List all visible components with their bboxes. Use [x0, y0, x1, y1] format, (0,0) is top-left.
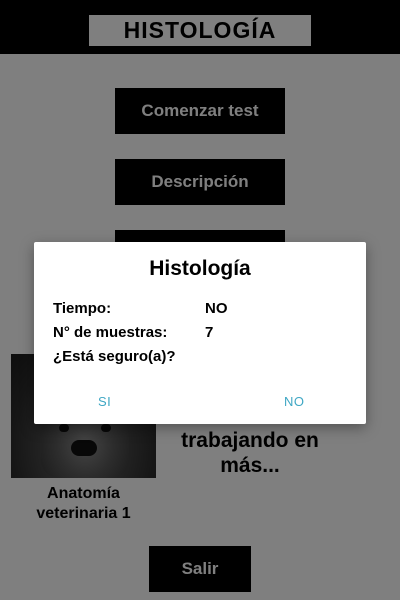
samples-label: N° de muestras:	[53, 324, 168, 341]
no-button[interactable]: NO	[284, 394, 305, 409]
time-value: NO	[205, 300, 228, 317]
time-label: Tiempo:	[53, 300, 112, 317]
samples-value: 7	[205, 324, 214, 341]
confirm-question: ¿Está seguro(a)?	[53, 348, 176, 365]
confirm-dialog: Histología Tiempo: NO N° de muestras: 7 ¿E…	[34, 242, 366, 424]
dialog-title: Histología	[149, 257, 251, 280]
time-row: Tiempo: NO	[53, 300, 228, 317]
samples-row: N° de muestras: 7	[53, 324, 213, 341]
yes-button[interactable]: SI	[98, 394, 111, 409]
